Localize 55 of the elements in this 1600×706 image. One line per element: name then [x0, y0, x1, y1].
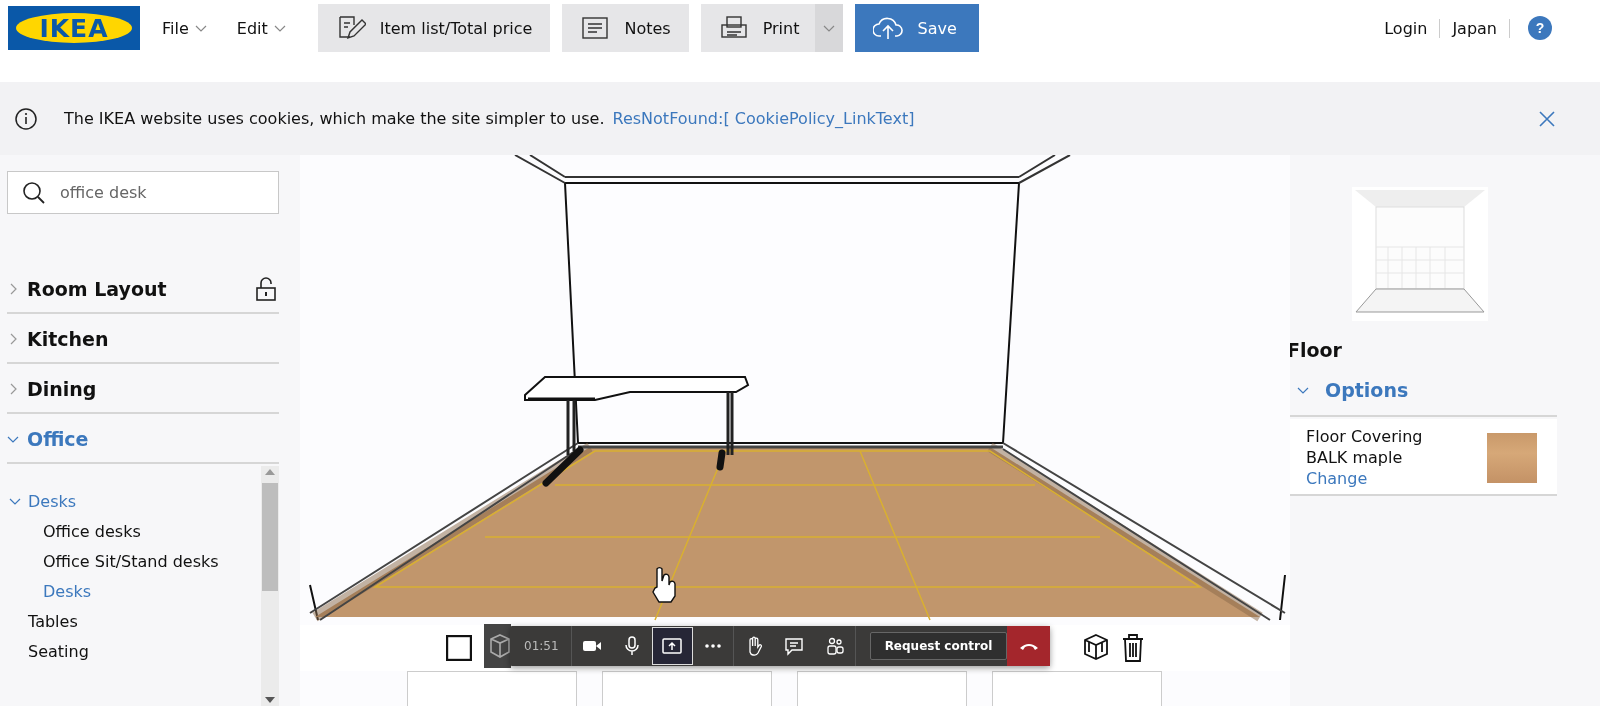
subcategory-item[interactable]: Tables	[7, 606, 261, 636]
subcategory-item[interactable]: Desks	[7, 486, 261, 516]
category-item[interactable]: Room Layout	[7, 264, 279, 314]
info-icon	[14, 106, 38, 131]
cube-icon	[489, 633, 511, 659]
category-item[interactable]: Kitchen	[7, 314, 279, 364]
search-field[interactable]: office desk	[7, 171, 279, 214]
help-button[interactable]: ?	[1528, 16, 1552, 40]
hang-up-button[interactable]	[1007, 626, 1050, 666]
participants-icon	[824, 636, 845, 656]
logo[interactable]: IKEA	[8, 6, 140, 50]
change-link[interactable]: Change	[1306, 469, 1423, 488]
room-thumbnail[interactable]	[1352, 187, 1488, 321]
options-section-header[interactable]: Options	[1287, 365, 1557, 417]
product-type-item[interactable]: Office desks	[7, 516, 261, 546]
search-icon	[22, 180, 46, 205]
chat-icon	[784, 636, 805, 656]
hand-cursor-icon	[652, 566, 676, 603]
item-list-button[interactable]: Item list/Total price	[317, 4, 551, 52]
option-value: BALK maple	[1306, 448, 1404, 467]
call-timer: 01:51	[523, 639, 560, 653]
notepad-icon	[580, 14, 611, 42]
share-screen-icon	[662, 636, 683, 656]
share-screen-button[interactable]	[652, 627, 693, 665]
3d-view-button[interactable]	[484, 624, 511, 668]
category-item[interactable]: Dining	[7, 364, 279, 414]
scroll-up-icon	[265, 469, 275, 475]
close-button[interactable]	[1538, 109, 1556, 128]
trash-icon	[1121, 633, 1145, 663]
subcategory-item[interactable]: Seating	[7, 636, 261, 666]
header-link[interactable]: Japan	[1440, 18, 1510, 38]
wireframe-cube-icon	[1083, 633, 1109, 661]
cookie-message: The IKEA website uses cookies, which make the site simpler to use.	[64, 109, 605, 128]
request-control-button[interactable]: Request control	[869, 632, 1008, 660]
menu-button[interactable]: File	[162, 4, 215, 52]
phone-hang-up-icon	[1018, 641, 1039, 651]
microphone-icon	[622, 636, 642, 656]
product-type-item[interactable]: Office Sit/Stand desks	[7, 546, 261, 576]
more-icon	[704, 644, 721, 648]
notes-button[interactable]: Notes	[562, 4, 689, 52]
category-item[interactable]: Office	[7, 414, 279, 464]
header-link[interactable]: Login	[1372, 18, 1441, 38]
product-type-item[interactable]: Desks	[7, 576, 261, 606]
cookie-policy-link[interactable]: ResNotFound:[ CookiePolicy_LinkText]	[612, 109, 915, 128]
scrollbar[interactable]	[261, 466, 279, 706]
save-button[interactable]: Save	[855, 4, 979, 52]
wood-swatch	[1487, 432, 1537, 483]
corner-desk-drawing[interactable]	[524, 376, 750, 487]
print-button[interactable]: Print	[700, 4, 816, 52]
floor[interactable]	[309, 442, 1286, 622]
option-name: Floor Covering	[1306, 427, 1423, 446]
menu-button[interactable]: Edit	[236, 4, 294, 52]
panel-title: Floor	[1287, 339, 1343, 361]
scroll-down-icon	[265, 697, 275, 703]
close-icon	[1538, 109, 1556, 128]
